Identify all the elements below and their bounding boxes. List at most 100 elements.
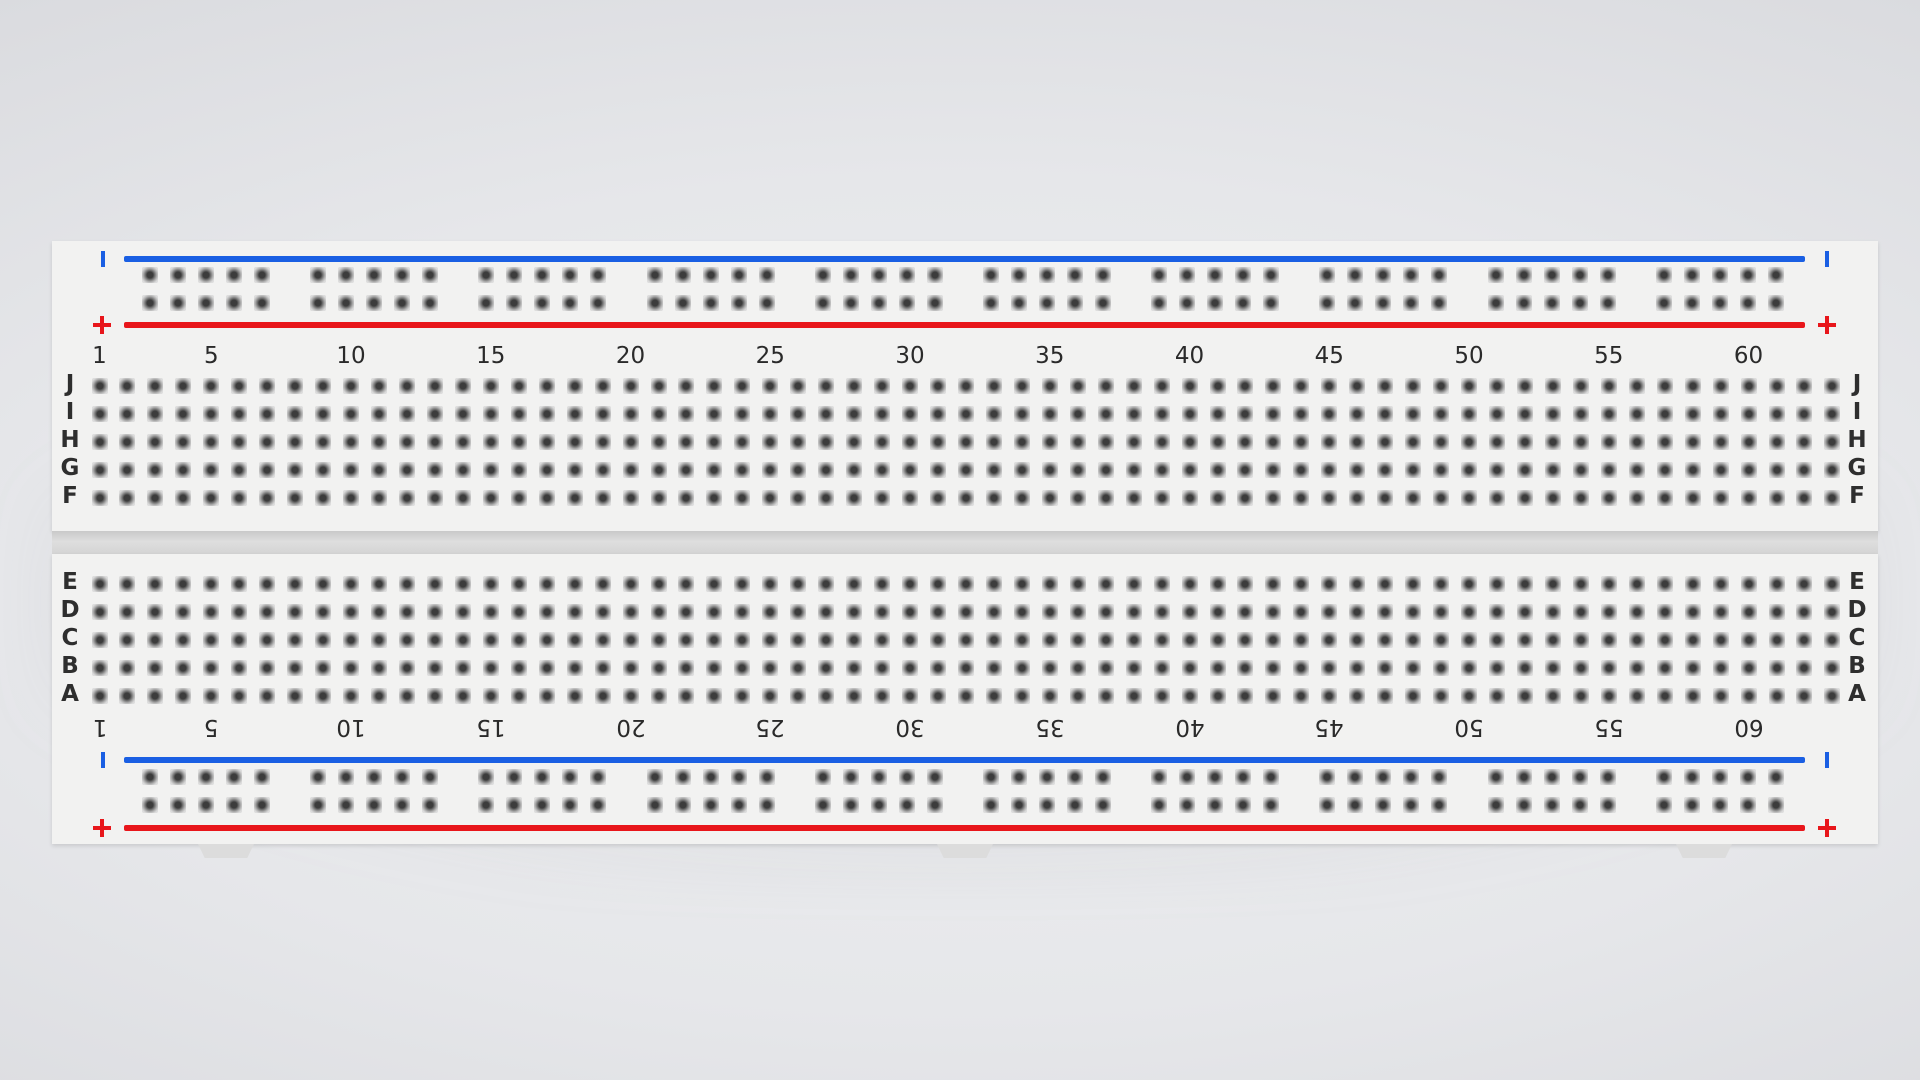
- hole-J24[interactable]: [734, 378, 751, 394]
- hole-E56[interactable]: [1628, 576, 1645, 592]
- top-rail-hole-negative[interactable]: [478, 267, 495, 283]
- hole-D61[interactable]: [1768, 604, 1785, 620]
- hole-C35[interactable]: [1041, 632, 1058, 648]
- hole-B59[interactable]: [1712, 660, 1729, 676]
- hole-J29[interactable]: [874, 378, 891, 394]
- hole-B30[interactable]: [902, 660, 919, 676]
- hole-C51[interactable]: [1489, 632, 1505, 648]
- hole-A35[interactable]: [1041, 688, 1058, 704]
- hole-F11[interactable]: [371, 490, 387, 506]
- hole-J2[interactable]: [119, 378, 136, 394]
- hole-I28[interactable]: [846, 406, 863, 422]
- top-rail-hole-positive[interactable]: [674, 295, 691, 311]
- hole-G12[interactable]: [398, 462, 415, 478]
- hole-G57[interactable]: [1656, 462, 1673, 478]
- hole-D36[interactable]: [1069, 604, 1086, 620]
- hole-I12[interactable]: [398, 406, 415, 422]
- hole-A23[interactable]: [706, 688, 723, 704]
- hole-I42[interactable]: [1237, 406, 1254, 422]
- bottom-rail-hole-negative[interactable]: [1151, 769, 1168, 785]
- hole-B45[interactable]: [1321, 660, 1338, 676]
- hole-E35[interactable]: [1041, 576, 1058, 592]
- hole-G26[interactable]: [790, 462, 807, 478]
- hole-F9[interactable]: [315, 490, 332, 506]
- hole-H54[interactable]: [1572, 434, 1589, 450]
- hole-B13[interactable]: [426, 660, 443, 676]
- hole-H39[interactable]: [1153, 434, 1170, 450]
- hole-A43[interactable]: [1265, 688, 1282, 704]
- hole-F4[interactable]: [175, 490, 192, 506]
- hole-G18[interactable]: [566, 462, 583, 478]
- hole-I23[interactable]: [706, 406, 723, 422]
- hole-B7[interactable]: [259, 660, 276, 676]
- hole-C48[interactable]: [1405, 632, 1422, 648]
- hole-B27[interactable]: [818, 660, 835, 676]
- hole-G5[interactable]: [203, 462, 220, 478]
- hole-E32[interactable]: [957, 576, 974, 592]
- hole-F24[interactable]: [734, 490, 751, 506]
- hole-J30[interactable]: [902, 378, 919, 394]
- top-rail-hole-positive[interactable]: [1571, 295, 1588, 311]
- hole-H58[interactable]: [1684, 434, 1701, 450]
- bottom-rail-hole-negative[interactable]: [1515, 769, 1532, 785]
- hole-D4[interactable]: [175, 604, 192, 620]
- hole-J43[interactable]: [1265, 378, 1282, 394]
- hole-J41[interactable]: [1209, 378, 1226, 394]
- top-rail-hole-negative[interactable]: [702, 267, 719, 283]
- top-rail-hole-positive[interactable]: [1375, 295, 1392, 311]
- hole-C22[interactable]: [678, 632, 695, 648]
- hole-F16[interactable]: [510, 490, 527, 506]
- bottom-rail-hole-positive[interactable]: [702, 797, 719, 813]
- hole-C61[interactable]: [1768, 632, 1785, 648]
- top-rail-hole-negative[interactable]: [1347, 267, 1364, 283]
- hole-A32[interactable]: [957, 688, 974, 704]
- hole-G16[interactable]: [510, 462, 527, 478]
- hole-B12[interactable]: [398, 660, 415, 676]
- hole-B16[interactable]: [510, 660, 527, 676]
- hole-H62[interactable]: [1796, 434, 1813, 450]
- hole-D17[interactable]: [538, 604, 555, 620]
- hole-F50[interactable]: [1461, 490, 1478, 506]
- hole-C37[interactable]: [1097, 632, 1114, 648]
- hole-I13[interactable]: [426, 406, 443, 422]
- hole-J48[interactable]: [1405, 378, 1422, 394]
- top-rail-hole-negative[interactable]: [1039, 267, 1055, 283]
- hole-C1[interactable]: [91, 632, 108, 648]
- top-rail-hole-negative[interactable]: [254, 267, 270, 283]
- top-rail-hole-positive[interactable]: [1263, 295, 1280, 311]
- bottom-rail-hole-positive[interactable]: [366, 797, 383, 813]
- hole-B18[interactable]: [566, 660, 583, 676]
- bottom-rail-hole-negative[interactable]: [674, 769, 691, 785]
- bottom-rail-hole-positive[interactable]: [1571, 797, 1588, 813]
- hole-A5[interactable]: [203, 688, 220, 704]
- hole-G50[interactable]: [1461, 462, 1478, 478]
- bottom-rail-hole-negative[interactable]: [1683, 769, 1700, 785]
- hole-E30[interactable]: [902, 576, 919, 592]
- hole-C29[interactable]: [874, 632, 891, 648]
- hole-F28[interactable]: [846, 490, 863, 506]
- bottom-rail-hole-negative[interactable]: [170, 769, 186, 785]
- hole-I15[interactable]: [482, 406, 499, 422]
- hole-J44[interactable]: [1293, 378, 1310, 394]
- top-rail-hole-positive[interactable]: [366, 295, 383, 311]
- top-rail-hole-negative[interactable]: [394, 267, 411, 283]
- hole-I58[interactable]: [1684, 406, 1701, 422]
- bottom-rail-hole-positive[interactable]: [1683, 797, 1700, 813]
- hole-B20[interactable]: [622, 660, 639, 676]
- hole-H35[interactable]: [1041, 434, 1058, 450]
- hole-G15[interactable]: [482, 462, 499, 478]
- hole-C8[interactable]: [287, 632, 304, 648]
- top-rail-hole-positive[interactable]: [758, 295, 775, 311]
- hole-H33[interactable]: [985, 434, 1002, 450]
- hole-G39[interactable]: [1153, 462, 1170, 478]
- hole-B51[interactable]: [1489, 660, 1505, 676]
- hole-B35[interactable]: [1041, 660, 1058, 676]
- bottom-rail-hole-positive[interactable]: [674, 797, 691, 813]
- hole-E60[interactable]: [1740, 576, 1757, 592]
- hole-G11[interactable]: [371, 462, 387, 478]
- hole-F25[interactable]: [762, 490, 779, 506]
- top-rail-hole-negative[interactable]: [142, 267, 158, 283]
- bottom-rail-hole-negative[interactable]: [254, 769, 270, 785]
- hole-H9[interactable]: [315, 434, 332, 450]
- hole-B8[interactable]: [287, 660, 304, 676]
